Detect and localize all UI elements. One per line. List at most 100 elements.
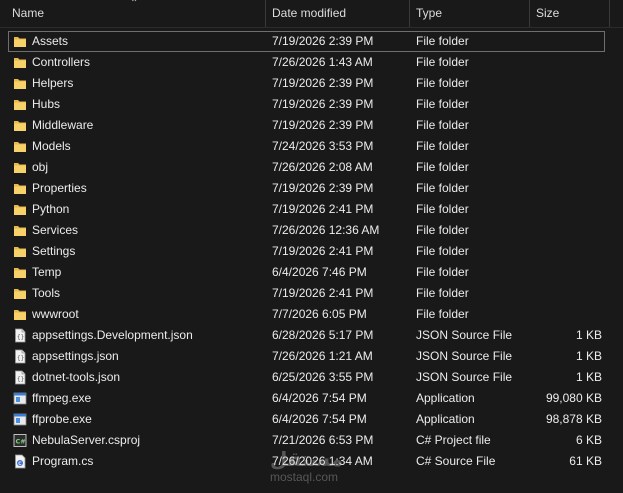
- file-type: File folder: [416, 265, 469, 279]
- file-date-modified: 7/19/2026 2:39 PM: [272, 34, 374, 48]
- svg-text:C#: C#: [16, 438, 26, 446]
- file-row[interactable]: ffprobe.exe 6/4/2026 7:54 PM Application 98…: [0, 409, 623, 430]
- folder-icon: [13, 307, 27, 322]
- file-name: ffprobe.exe: [32, 412, 92, 426]
- file-size: 98,878 KB: [545, 412, 602, 426]
- file-row[interactable]: Services 7/26/2026 12:36 AM File folder: [0, 220, 623, 241]
- file-date-modified: 7/19/2026 2:41 PM: [272, 286, 374, 300]
- file-row[interactable]: Temp 6/4/2026 7:46 PM File folder: [0, 262, 623, 283]
- file-row[interactable]: Python 7/19/2026 2:41 PM File folder: [0, 199, 623, 220]
- file-row[interactable]: wwwroot 7/7/2026 6:05 PM File folder: [0, 304, 623, 325]
- file-name: Program.cs: [32, 454, 94, 468]
- file-type: File folder: [416, 55, 469, 69]
- watermark-site: mostaql.com: [270, 470, 339, 484]
- file-date-modified: 6/4/2026 7:54 PM: [272, 412, 367, 426]
- file-type: JSON Source File: [416, 328, 513, 342]
- file-date-modified: 7/19/2026 2:41 PM: [272, 244, 374, 258]
- file-row[interactable]: C# NebulaServer.csproj 7/21/2026 6:53 PM C#…: [0, 430, 623, 451]
- file-date-modified: 7/26/2026 2:08 AM: [272, 160, 373, 174]
- file-name: Controllers: [32, 55, 91, 69]
- file-date-modified: 7/7/2026 6:05 PM: [272, 307, 367, 321]
- file-type: File folder: [416, 181, 469, 195]
- file-type: C# Source File: [416, 454, 496, 468]
- file-name: Settings: [32, 244, 76, 258]
- file-row[interactable]: obj 7/26/2026 2:08 AM File folder: [0, 157, 623, 178]
- file-type: File folder: [416, 139, 469, 153]
- file-size: 1 KB: [575, 349, 602, 363]
- file-name: Services: [32, 223, 79, 237]
- file-name: Assets: [32, 34, 69, 48]
- file-date-modified: 6/28/2026 5:17 PM: [272, 328, 374, 342]
- column-header-size[interactable]: Size: [530, 0, 609, 27]
- file-type: File folder: [416, 307, 469, 321]
- file-size: 6 KB: [575, 433, 602, 447]
- file-date-modified: 7/24/2026 3:53 PM: [272, 139, 374, 153]
- folder-icon: [13, 223, 27, 238]
- file-type: File folder: [416, 223, 469, 237]
- folder-icon: [13, 286, 27, 301]
- file-row[interactable]: {} appsettings.json 7/26/2026 1:21 AM JSON …: [0, 346, 623, 367]
- file-name: Temp: [32, 265, 62, 279]
- folder-icon: [13, 97, 27, 112]
- file-row[interactable]: Assets 7/19/2026 2:39 PM File folder: [8, 31, 605, 52]
- file-name: Models: [32, 139, 71, 153]
- file-type: Application: [416, 391, 475, 405]
- file-name: Tools: [32, 286, 61, 300]
- csproj-icon: C#: [13, 433, 27, 448]
- sort-ascending-icon: ⌃: [130, 0, 139, 9]
- file-date-modified: 7/21/2026 6:53 PM: [272, 433, 374, 447]
- folder-icon: [13, 34, 27, 49]
- file-name: Python: [32, 202, 70, 216]
- file-type: C# Project file: [416, 433, 491, 447]
- file-row[interactable]: Settings 7/19/2026 2:41 PM File folder: [0, 241, 623, 262]
- file-date-modified: 6/25/2026 3:55 PM: [272, 370, 374, 384]
- file-type: File folder: [416, 160, 469, 174]
- file-date-modified: 7/26/2026 12:36 AM: [272, 223, 380, 237]
- folder-icon: [13, 139, 27, 154]
- file-type: File folder: [416, 202, 469, 216]
- file-date-modified: 7/19/2026 2:39 PM: [272, 97, 374, 111]
- file-name: Helpers: [32, 76, 74, 90]
- svg-text:{}: {}: [17, 376, 24, 383]
- file-row[interactable]: Middleware 7/19/2026 2:39 PM File folder: [0, 115, 623, 136]
- file-size: 99,080 KB: [545, 391, 602, 405]
- folder-icon: [13, 265, 27, 280]
- exe-icon: [13, 412, 27, 427]
- file-date-modified: 7/26/2026 1:21 AM: [272, 349, 373, 363]
- folder-icon: [13, 160, 27, 175]
- file-row[interactable]: Helpers 7/19/2026 2:39 PM File folder: [0, 73, 623, 94]
- folder-icon: [13, 202, 27, 217]
- file-size: 1 KB: [575, 328, 602, 342]
- file-name: appsettings.Development.json: [32, 328, 193, 342]
- file-row[interactable]: Models 7/24/2026 3:53 PM File folder: [0, 136, 623, 157]
- file-size: 61 KB: [569, 454, 602, 468]
- file-row[interactable]: Controllers 7/26/2026 1:43 AM File folder: [0, 52, 623, 73]
- file-date-modified: 6/4/2026 7:54 PM: [272, 391, 367, 405]
- file-date-modified: 6/4/2026 7:46 PM: [272, 265, 367, 279]
- file-date-modified: 7/19/2026 2:41 PM: [272, 202, 374, 216]
- folder-icon: [13, 118, 27, 133]
- file-row[interactable]: Hubs 7/19/2026 2:39 PM File folder: [0, 94, 623, 115]
- json-file-icon: {}: [13, 328, 27, 343]
- column-header-type[interactable]: Type: [410, 0, 529, 27]
- file-row[interactable]: {} dotnet-tools.json 6/25/2026 3:55 PM JSON…: [0, 367, 623, 388]
- file-name: Middleware: [32, 118, 94, 132]
- file-row[interactable]: Tools 7/19/2026 2:41 PM File folder: [0, 283, 623, 304]
- file-name: Hubs: [32, 97, 61, 111]
- file-row[interactable]: {} appsettings.Development.json 6/28/2026 …: [0, 325, 623, 346]
- file-date-modified: 7/19/2026 2:39 PM: [272, 118, 374, 132]
- file-row[interactable]: Properties 7/19/2026 2:39 PM File folder: [0, 178, 623, 199]
- json-file-icon: {}: [13, 349, 27, 364]
- folder-icon: [13, 244, 27, 259]
- json-file-icon: {}: [13, 370, 27, 385]
- file-row[interactable]: ffmpeg.exe 6/4/2026 7:54 PM Application 99,…: [0, 388, 623, 409]
- file-name: ffmpeg.exe: [32, 391, 92, 405]
- file-type: Application: [416, 412, 475, 426]
- file-type: File folder: [416, 76, 469, 90]
- file-date-modified: 7/19/2026 2:39 PM: [272, 76, 374, 90]
- column-header-date-modified[interactable]: Date modified: [266, 0, 409, 27]
- file-type: File folder: [416, 286, 469, 300]
- file-date-modified: 7/26/2026 1:43 AM: [272, 55, 373, 69]
- watermark-brand: مستقل: [270, 449, 344, 471]
- column-divider[interactable]: [609, 0, 610, 27]
